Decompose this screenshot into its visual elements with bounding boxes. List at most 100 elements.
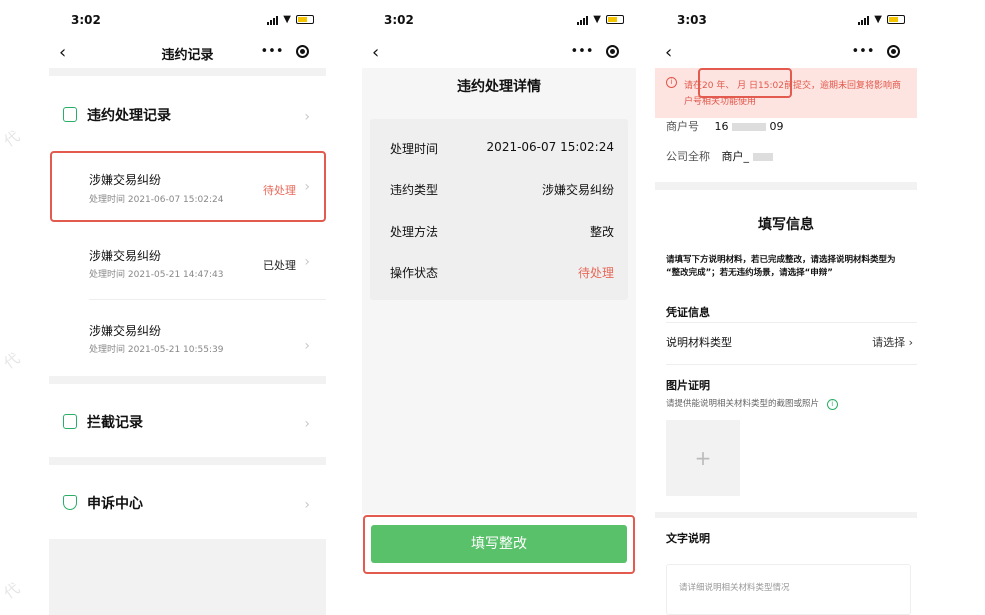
form-title: 填写信息 — [758, 217, 814, 233]
material-type-label: 说明材料类型 — [666, 336, 732, 349]
phone-violation-records: 3:02 ▼ ‹ 违约记录 ••• 违约处理记录 › 涉嫌交易纠纷 处理时间 2… — [49, 0, 326, 615]
plus-icon: + — [694, 446, 712, 470]
capsule-menu: ••• — [845, 40, 907, 62]
detail-value: 待处理 — [577, 266, 614, 280]
section-title: 拦截记录 — [87, 415, 143, 431]
wifi-icon: ▼ — [874, 14, 882, 25]
instructions-line: “整改完成”；若无违约场景，请选择“申辩” — [666, 268, 833, 278]
more-icon[interactable]: ••• — [851, 44, 874, 59]
separator — [49, 457, 326, 465]
section-intercept-records[interactable]: 拦截记录 › — [49, 384, 326, 457]
back-icon[interactable]: ‹ — [372, 42, 379, 63]
info-circle-icon[interactable]: i — [826, 399, 838, 410]
nav-bar: ‹ ••• — [655, 40, 917, 68]
masked-text — [752, 153, 773, 161]
status-time: 3:03 — [677, 13, 707, 27]
company-label: 公司全称 — [666, 150, 710, 163]
signal-icon — [267, 15, 279, 25]
nav-bar: ‹ ••• — [362, 40, 636, 68]
item-title: 涉嫌交易纠纷 — [89, 249, 162, 263]
merchant-value: 16 — [714, 120, 729, 133]
text-description-input[interactable]: 请详细说明相关材料类型情况 — [666, 564, 911, 615]
chevron-right-icon: › — [304, 416, 310, 432]
status-bar: 3:02 ▼ — [49, 0, 326, 40]
shield-icon — [63, 495, 77, 510]
intercept-icon — [63, 414, 77, 429]
more-icon[interactable]: ••• — [260, 44, 283, 59]
divider — [666, 364, 917, 365]
status-bar: 3:02 ▼ — [362, 0, 636, 40]
instructions: 请填写下方说明材料，若已完成整改，请选择说明材料类型为 “整改完成”；若无违约场… — [666, 254, 911, 280]
detail-title: 违约处理详情 — [457, 79, 541, 95]
status-bar: 3:03 ▼ — [655, 0, 917, 40]
select-placeholder: 请选择 — [872, 336, 906, 349]
status-time: 3:02 — [384, 13, 414, 27]
signal-icon — [858, 15, 870, 25]
battery-icon — [606, 15, 624, 24]
company-row: 公司全称 商户_ — [666, 148, 773, 164]
battery-icon — [887, 15, 905, 24]
item-time: 处理时间 2021-05-21 10:55:39 — [89, 345, 224, 355]
detail-row: 违约类型 涉嫌交易纠纷 — [390, 181, 614, 198]
phone-violation-detail: 3:02 ▼ ‹ ••• 违约处理详情 处理时间 2021-06-07 15:0… — [362, 0, 636, 615]
separator — [655, 512, 917, 518]
text-title: 文字说明 — [666, 532, 710, 545]
wifi-icon: ▼ — [593, 14, 601, 25]
phone-fill-info: 3:03 ▼ ‹ ••• i 请在20 年、 月 日15:02前提交，逾期未回复… — [655, 0, 917, 615]
list-item[interactable]: 涉嫌交易纠纷 处理时间 2021-05-21 14:47:43 已处理 › — [49, 226, 326, 298]
back-icon[interactable]: ‹ — [665, 42, 672, 63]
instructions-line: 请填写下方说明材料，若已完成整改，请选择说明材料类型为 — [666, 255, 896, 265]
divider — [666, 322, 917, 323]
watermark: 代 — [0, 349, 24, 373]
chevron-right-icon: › — [908, 336, 913, 349]
detail-value: 涉嫌交易纠纷 — [541, 183, 614, 197]
section-appeal-center[interactable]: 申诉中心 › — [49, 465, 326, 539]
highlight-box — [50, 151, 326, 222]
separator — [49, 68, 326, 76]
separator — [49, 376, 326, 384]
material-type-select[interactable]: 请选择 › — [872, 334, 913, 350]
close-mini-program-icon[interactable] — [887, 44, 901, 58]
close-mini-program-icon[interactable] — [606, 44, 620, 58]
masked-text — [732, 123, 766, 131]
detail-row: 处理方法 整改 — [390, 223, 614, 240]
capsule-menu: ••• — [564, 40, 626, 62]
status-time: 3:02 — [71, 13, 101, 27]
image-hint: 请提供能说明相关材料类型的截图或照片 i — [666, 397, 838, 410]
detail-label: 违约类型 — [390, 183, 439, 197]
merchant-label: 商户号 — [666, 120, 699, 133]
battery-icon — [296, 15, 314, 24]
close-mini-program-icon[interactable] — [296, 44, 310, 58]
input-placeholder: 请详细说明相关材料类型情况 — [679, 583, 790, 593]
page-bottom — [49, 539, 326, 615]
status-badge: 已处理 — [263, 259, 296, 272]
detail-row: 操作状态 待处理 — [390, 264, 614, 281]
detail-row: 处理时间 2021-06-07 15:02:24 — [390, 140, 614, 157]
image-upload[interactable]: + — [666, 420, 740, 496]
merchant-value: 09 — [769, 120, 784, 133]
watermark: 代 — [0, 579, 24, 603]
signal-icon — [577, 15, 589, 25]
detail-label: 处理时间 — [390, 142, 439, 156]
detail-label: 处理方法 — [390, 225, 439, 239]
nav-bar: ‹ 违约记录 ••• — [49, 40, 326, 68]
section-title: 申诉中心 — [87, 496, 143, 512]
watermark: 代 — [0, 127, 24, 151]
separator — [655, 182, 917, 190]
detail-value: 整改 — [589, 225, 614, 239]
wifi-icon: ▼ — [283, 14, 291, 25]
image-title: 图片证明 — [666, 379, 710, 392]
list-item[interactable]: 涉嫌交易纠纷 处理时间 2021-05-21 10:55:39 › — [49, 300, 326, 375]
company-value: 商户_ — [721, 150, 750, 163]
image-hint-text: 请提供能说明相关材料类型的截图或照片 — [666, 399, 820, 409]
detail-value: 2021-06-07 15:02:24 — [486, 140, 614, 154]
item-title: 涉嫌交易纠纷 — [89, 324, 162, 338]
voucher-title: 凭证信息 — [666, 306, 710, 319]
chevron-right-icon: › — [304, 497, 310, 513]
section-title: 违约处理记录 — [87, 108, 171, 124]
more-icon[interactable]: ••• — [570, 44, 593, 59]
section-violation-records[interactable]: 违约处理记录 › — [49, 76, 326, 146]
highlight-box — [698, 68, 792, 98]
record-icon — [63, 107, 77, 122]
capsule-menu: ••• — [254, 40, 316, 62]
